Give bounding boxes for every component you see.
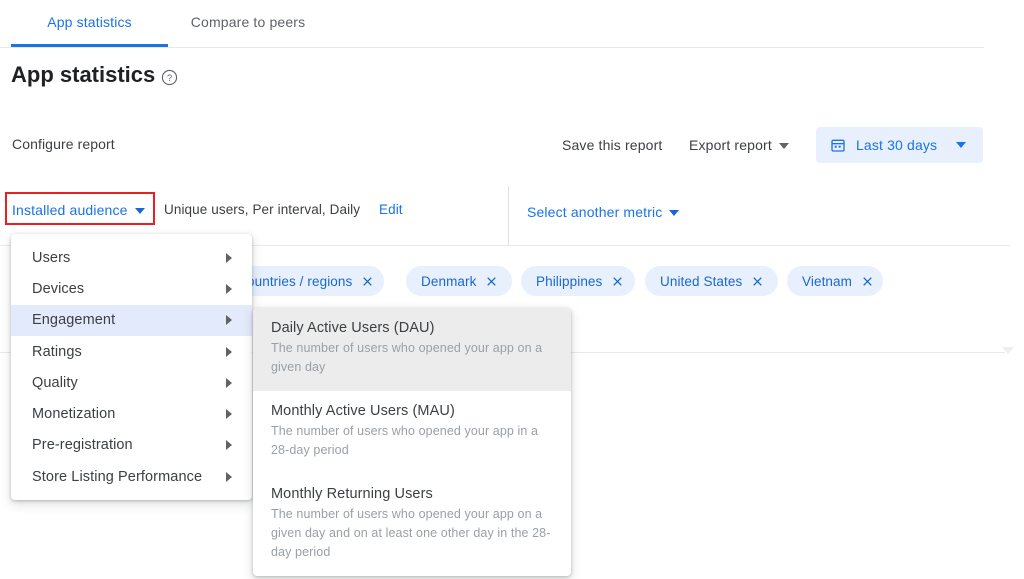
export-report-button[interactable]: Export report	[689, 134, 789, 156]
engagement-submenu: Daily Active Users (DAU) The number of us…	[253, 308, 571, 576]
menu-item[interactable]: Users	[11, 242, 252, 273]
chevron-down-icon	[778, 143, 789, 149]
chevron-right-icon	[226, 252, 232, 263]
menu-item-label: Pre-registration	[32, 437, 133, 454]
save-this-report-button[interactable]: Save this report	[562, 134, 662, 156]
edit-metric-link[interactable]: Edit	[379, 202, 403, 217]
close-icon[interactable]	[485, 275, 498, 288]
submenu-item[interactable]: Daily Active Users (DAU) The number of us…	[253, 308, 571, 391]
installed-audience-dropdown[interactable]: Installed audience	[12, 199, 145, 220]
menu-item[interactable]: Ratings	[11, 336, 252, 367]
filter-chip-label: Denmark	[421, 273, 477, 289]
svg-text:?: ?	[167, 73, 172, 83]
submenu-item-description: The number of users who opened your app …	[271, 424, 539, 457]
tab-compare-to-peers[interactable]: Compare to peers	[175, 0, 321, 47]
select-another-metric-button[interactable]: Select another metric	[527, 202, 680, 222]
filter-chip-label: Vietnam	[802, 273, 852, 289]
menu-item-label: Monetization	[32, 406, 116, 423]
export-report-label: Export report	[689, 137, 772, 153]
help-circle-icon[interactable]: ?	[161, 69, 178, 86]
tab-compare-to-peers-label: Compare to peers	[190, 14, 306, 30]
filter-chip[interactable]: Vietnam	[787, 266, 883, 296]
menu-item[interactable]: Monetization	[11, 398, 252, 429]
submenu-item-title: Monthly Returning Users	[271, 486, 433, 502]
metric-category-menu: Users Devices Engagement Ratings Quality Mone…	[11, 234, 252, 501]
chevron-down-icon	[669, 210, 680, 216]
chevron-down-icon	[134, 207, 145, 214]
page-title: App statistics	[11, 62, 156, 87]
chevron-right-icon	[226, 440, 232, 451]
menu-item[interactable]: Store Listing Performance	[11, 461, 252, 492]
date-range-label: Last 30 days	[856, 137, 938, 153]
chevron-right-icon	[226, 409, 232, 420]
submenu-item-description: The number of users who opened your app …	[271, 507, 551, 559]
filter-chip[interactable]: Philippines	[521, 266, 635, 296]
chevron-right-icon	[226, 283, 232, 294]
vertical-divider	[508, 186, 509, 246]
submenu-item-title: Daily Active Users (DAU)	[271, 320, 435, 336]
chevron-right-icon	[226, 471, 232, 482]
select-another-metric-label: Select another metric	[527, 204, 663, 220]
configure-report-label: Configure report	[12, 136, 115, 152]
menu-item[interactable]: Quality	[11, 367, 252, 398]
date-range-button[interactable]: Last 30 days	[816, 127, 983, 163]
tab-bar: App statistics Compare to peers	[0, 0, 984, 48]
close-icon[interactable]	[861, 275, 874, 288]
menu-item[interactable]: Engagement	[11, 304, 252, 336]
save-this-report-label: Save this report	[562, 137, 663, 153]
close-icon[interactable]	[611, 275, 624, 288]
filter-chip[interactable]: ountries / regions	[232, 266, 384, 296]
tab-app-statistics-label: App statistics	[47, 14, 132, 30]
chevron-right-icon	[226, 377, 232, 388]
submenu-item[interactable]: Monthly Active Users (MAU) The number of …	[253, 391, 571, 474]
menu-item-label: Devices	[32, 280, 85, 297]
menu-item[interactable]: Pre-registration	[11, 430, 252, 461]
menu-item-label: Ratings	[32, 343, 82, 360]
menu-item-label: Users	[32, 249, 71, 266]
chevron-right-icon	[226, 346, 232, 357]
installed-audience-label: Installed audience	[12, 201, 128, 218]
filter-chip[interactable]: Denmark	[406, 266, 512, 296]
filter-chip-label: Philippines	[536, 273, 603, 289]
close-icon[interactable]	[361, 275, 374, 288]
chevron-down-icon	[956, 142, 966, 148]
chart-options-chevron-down-icon[interactable]	[1002, 347, 1014, 354]
menu-item-label: Engagement	[32, 312, 116, 329]
calendar-icon	[830, 137, 846, 153]
submenu-item[interactable]: Monthly Returning Users The number of use…	[253, 474, 571, 576]
menu-item-label: Store Listing Performance	[32, 468, 203, 485]
submenu-item-description: The number of users who opened your app …	[271, 341, 543, 374]
menu-item-label: Quality	[32, 374, 78, 391]
page-title-row: App statistics ?	[11, 62, 178, 88]
metric-description: Unique users, Per interval, Daily	[164, 202, 361, 217]
menu-item[interactable]: Devices	[11, 273, 252, 304]
filter-chip-label: ountries / regions	[247, 273, 353, 289]
filter-chip-label: United States	[660, 273, 743, 289]
chevron-right-icon	[226, 315, 232, 326]
submenu-item-title: Monthly Active Users (MAU)	[271, 403, 455, 419]
filter-chip[interactable]: United States	[645, 266, 778, 296]
tab-app-statistics[interactable]: App statistics	[11, 0, 168, 47]
close-icon[interactable]	[751, 275, 764, 288]
